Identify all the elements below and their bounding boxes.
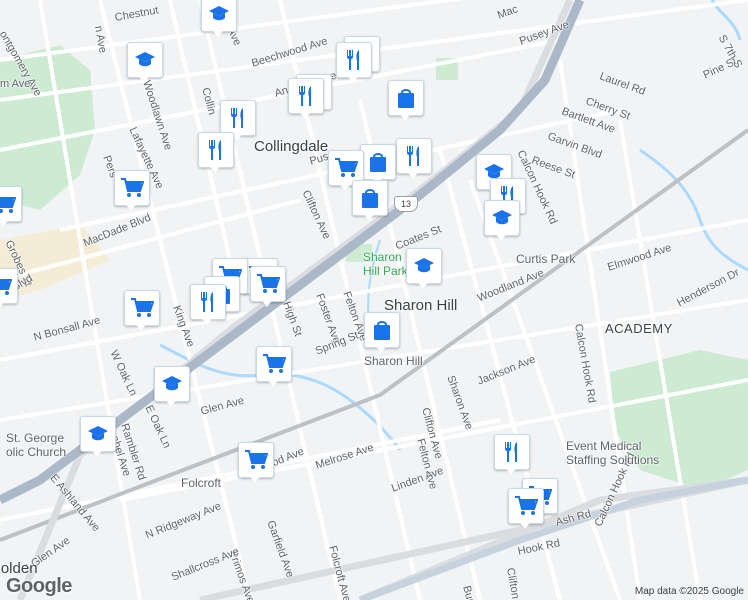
shopping-cart-icon (0, 186, 22, 222)
map-marker-cart[interactable] (114, 170, 150, 214)
map-marker-cart[interactable] (0, 186, 22, 230)
restaurant-icon (336, 42, 372, 78)
restaurant-icon (220, 100, 256, 136)
shopping-bag-icon (352, 180, 388, 216)
marker-tip (363, 213, 375, 221)
map-marker-restaurant[interactable] (288, 78, 324, 122)
marker-tip (375, 345, 387, 353)
shopping-cart-icon (256, 346, 292, 382)
shopping-cart-icon (124, 290, 160, 326)
map-marker-shopping[interactable] (352, 180, 388, 224)
school-icon (484, 200, 520, 236)
shopping-bag-icon (388, 80, 424, 116)
marker-tip (201, 317, 213, 325)
shopping-bag-icon (360, 144, 396, 180)
school-icon (127, 42, 163, 78)
shopping-cart-icon (250, 266, 286, 302)
map-marker-restaurant[interactable] (190, 284, 226, 328)
shopping-bag-icon (364, 312, 400, 348)
restaurant-icon (198, 132, 234, 168)
map-marker-cart[interactable] (250, 266, 286, 310)
map-marker-cart[interactable] (238, 442, 274, 486)
map-marker-school[interactable] (154, 366, 190, 410)
shopping-cart-icon (508, 488, 544, 524)
shopping-cart-icon (114, 170, 150, 206)
map-view[interactable]: ontgomery Ave Chestnut n Ave Ave Beechwood A… (0, 0, 748, 600)
school-icon (154, 366, 190, 402)
poi-label: Event Medical Staffing Solutions (566, 439, 660, 467)
restaurant-icon (494, 434, 530, 470)
map-marker-restaurant[interactable] (336, 42, 372, 86)
map-marker-restaurant[interactable] (396, 138, 432, 182)
academy-label: ACADEMY (605, 321, 673, 336)
marker-tip (209, 165, 221, 173)
marker-tip (138, 75, 150, 83)
marker-tip (505, 467, 517, 475)
map-attribution[interactable]: Map data ©2025 Google (635, 586, 744, 597)
marker-tip (0, 301, 5, 309)
google-logo: Google (6, 575, 72, 597)
restaurant-icon (190, 284, 226, 320)
map-marker-school[interactable] (406, 248, 442, 292)
marker-tip (519, 521, 531, 529)
map-marker-restaurant[interactable] (198, 132, 234, 176)
marker-tip (261, 299, 273, 307)
town-label: Collingdale (254, 138, 329, 155)
map-marker-cart[interactable] (0, 268, 18, 312)
shopping-cart-icon (238, 442, 274, 478)
poi-label: St. George olic Church (6, 431, 67, 459)
school-icon (406, 248, 442, 284)
map-marker-school[interactable] (80, 416, 116, 460)
map-marker-cart[interactable] (508, 488, 544, 532)
shopping-cart-icon (0, 268, 18, 304)
marker-tip (407, 171, 419, 179)
marker-tip (339, 183, 351, 191)
map-marker-cart[interactable] (124, 290, 160, 334)
map-marker-cart[interactable] (256, 346, 292, 390)
marker-tip (165, 399, 177, 407)
restaurant-icon (288, 78, 324, 114)
marker-tip (267, 379, 279, 387)
poi-label: Sharon Hill (364, 354, 423, 368)
route-shield: 13 (394, 196, 418, 212)
marker-tip (125, 203, 137, 211)
marker-tip (249, 475, 261, 483)
marker-tip (299, 111, 311, 119)
marker-tip (399, 113, 411, 121)
map-marker-school[interactable] (127, 42, 163, 86)
park-label: Sharon Hill Park (363, 250, 408, 278)
marker-tip (0, 219, 9, 227)
school-icon (80, 416, 116, 452)
marker-tip (212, 29, 224, 37)
poi-label: Folcroft (181, 476, 222, 490)
marker-tip (347, 75, 359, 83)
restaurant-icon (396, 138, 432, 174)
map-marker-school[interactable] (484, 200, 520, 244)
street-label: m Ave (0, 78, 31, 90)
marker-tip (495, 233, 507, 241)
poi-label: Curtis Park (516, 252, 576, 266)
school-icon (201, 0, 237, 32)
marker-tip (91, 449, 103, 457)
map-marker-restaurant[interactable] (494, 434, 530, 478)
map-marker-shopping[interactable] (388, 80, 424, 124)
marker-tip (135, 323, 147, 331)
map-marker-school[interactable] (201, 0, 237, 40)
marker-tip (417, 281, 429, 289)
map-marker-shopping[interactable] (364, 312, 400, 356)
